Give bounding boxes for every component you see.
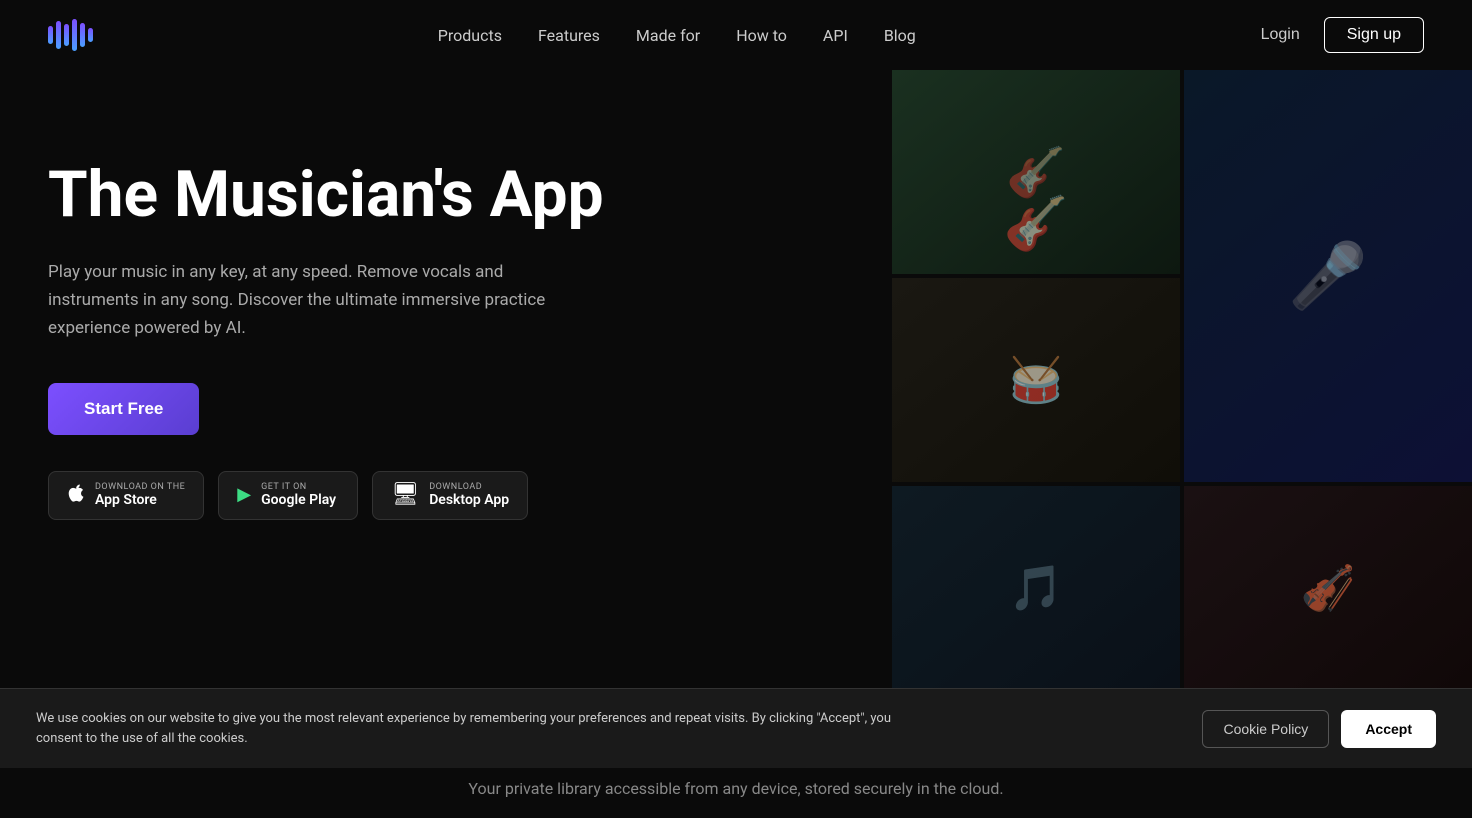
nav-item-features[interactable]: Features [538,26,600,45]
hero-image-4: 🎵 [892,486,1180,690]
cookie-buttons: Cookie Policy Accept [1202,710,1436,748]
hero-title: The Musician's App [48,160,604,230]
navbar: Products Features Made for How to API Bl… [0,0,1472,70]
nav-item-blog[interactable]: Blog [884,26,916,45]
desktop-large-label: Desktop App [429,492,509,508]
hero-image-1: 🎸 [892,70,1180,274]
nav-auth: Login Sign up [1261,17,1424,53]
appstore-button[interactable]: Download on the App Store [48,471,204,520]
nav-item-made-for[interactable]: Made for [636,26,700,45]
hero-image-3: 🥁 [892,278,1180,482]
cookie-banner: We use cookies on our website to give yo… [0,688,1472,768]
stat-description: Your private library accessible from any… [48,779,1424,798]
nav-item-api[interactable]: API [823,26,848,45]
nav-item-how-to[interactable]: How to [736,26,787,45]
hero-section: The Musician's App Play your music in an… [0,70,1472,690]
start-free-button[interactable]: Start Free [48,383,199,435]
desktop-button[interactable]: 🖥 Download Desktop App [372,471,528,520]
apple-icon [67,482,85,509]
cookie-message: We use cookies on our website to give yo… [36,709,936,748]
desktop-small-label: Download [429,482,509,492]
signup-button[interactable]: Sign up [1324,17,1424,53]
googleplay-button[interactable]: ▶ Get it on Google Play [218,471,358,520]
appstore-small-label: Download on the [95,482,185,492]
login-button[interactable]: Login [1261,26,1300,44]
googleplay-small-label: Get it on [261,482,336,492]
googleplay-icon: ▶ [237,486,251,504]
download-buttons: Download on the App Store ▶ Get it on Go… [48,471,604,520]
desktop-icon: 🖥 [391,484,419,506]
accept-button[interactable]: Accept [1341,710,1436,748]
cookie-policy-button[interactable]: Cookie Policy [1202,710,1329,748]
hero-subtitle: Play your music in any key, at any speed… [48,258,548,342]
nav-links: Products Features Made for How to API Bl… [438,26,916,45]
hero-image-2: 🎤 [1184,70,1472,482]
hero-image-5: 🎻 [1184,486,1472,690]
appstore-large-label: App Store [95,492,185,508]
logo-icon [48,19,93,51]
logo[interactable] [48,19,93,51]
googleplay-large-label: Google Play [261,492,336,508]
hero-images: 🎸 🎤 🥁 🎵 🎻 [892,70,1472,690]
hero-content: The Musician's App Play your music in an… [48,100,604,520]
nav-item-products[interactable]: Products [438,26,502,45]
